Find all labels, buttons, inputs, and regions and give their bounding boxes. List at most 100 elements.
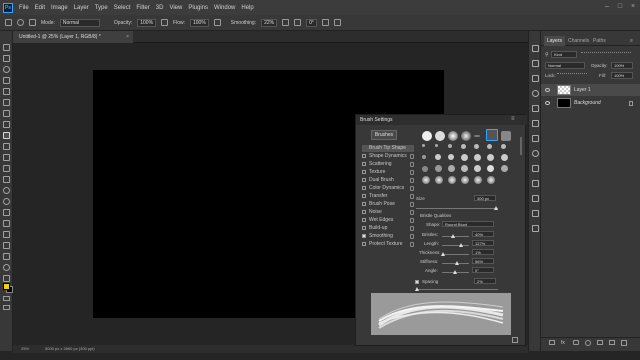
option-brush-pose[interactable]: Brush Pose — [362, 201, 414, 208]
libraries-icon[interactable] — [532, 120, 539, 127]
dodge-tool-icon[interactable] — [3, 198, 10, 205]
spacing-slider-thumb[interactable] — [415, 287, 419, 291]
layer-opacity-input[interactable]: 100% — [611, 62, 633, 69]
screen-mode-icon[interactable] — [3, 305, 10, 310]
link-layers-icon[interactable] — [549, 340, 555, 345]
crop-tool-icon[interactable] — [3, 88, 10, 95]
thickness-slider-thumb[interactable] — [441, 252, 445, 256]
layer-name[interactable]: Background — [574, 97, 601, 109]
brush-tip[interactable] — [435, 165, 442, 172]
paragraph-icon[interactable] — [532, 210, 539, 217]
smoothing-input[interactable]: 22% — [261, 18, 278, 27]
lock-icon[interactable] — [410, 170, 414, 175]
lock-icon[interactable] — [410, 162, 414, 167]
lock-icon[interactable] — [410, 226, 414, 231]
character-icon[interactable] — [532, 225, 539, 232]
opacity-input[interactable]: 100% — [137, 18, 157, 27]
lock-icon[interactable] — [410, 154, 414, 159]
checkbox[interactable] — [362, 209, 366, 214]
checkbox[interactable] — [362, 161, 366, 166]
new-layer-icon[interactable] — [609, 340, 615, 345]
object-selection-tool-icon[interactable] — [3, 77, 10, 84]
menu-plugins[interactable]: Plugins — [185, 5, 211, 11]
gradient-tool-icon[interactable] — [3, 176, 10, 183]
menu-select[interactable]: Select — [111, 5, 134, 11]
checkbox[interactable] — [362, 153, 366, 158]
menu-help[interactable]: Help — [238, 5, 256, 11]
color-icon[interactable] — [532, 90, 539, 97]
maximize-icon[interactable]: □ — [616, 3, 624, 11]
angle-input[interactable]: 0° — [472, 267, 494, 273]
create-new-brush-icon[interactable] — [512, 337, 518, 343]
hand-tool-icon[interactable] — [3, 253, 10, 260]
clone-stamp-tool-icon[interactable] — [3, 143, 10, 150]
brush-tool-icon[interactable] — [3, 132, 10, 139]
length-input[interactable]: 127% — [472, 240, 494, 246]
foreground-color-swatch[interactable] — [3, 283, 10, 290]
brush-tip[interactable] — [501, 144, 506, 149]
brush-settings-title[interactable]: Brush Settings — [356, 115, 527, 125]
checkbox[interactable] — [362, 201, 366, 206]
checkbox[interactable] — [362, 241, 366, 246]
brush-tip[interactable] — [448, 144, 452, 148]
option-brush-tip-shape[interactable]: Brush Tip Shape — [362, 145, 414, 152]
panel-menu-icon[interactable]: ≡ — [511, 116, 515, 122]
path-selection-tool-icon[interactable] — [3, 231, 10, 238]
option-texture[interactable]: Texture — [362, 169, 414, 176]
brush-tip[interactable] — [435, 176, 443, 184]
length-slider[interactable] — [442, 245, 469, 246]
bristles-input[interactable]: 40% — [472, 231, 494, 237]
menu-view[interactable]: View — [166, 5, 185, 11]
option-dual-brush[interactable]: Dual Brush — [362, 177, 414, 184]
checkbox-checked[interactable] — [362, 233, 366, 238]
brush-tip[interactable] — [422, 144, 425, 147]
brush-tip[interactable] — [422, 166, 428, 172]
spacing-checkbox[interactable] — [415, 280, 419, 284]
bristles-slider-thumb[interactable] — [451, 234, 455, 238]
brush-tip[interactable] — [422, 176, 430, 184]
clone-source-icon[interactable] — [532, 180, 539, 187]
rectangle-tool-icon[interactable] — [3, 242, 10, 249]
kind-filter-select[interactable]: Kind — [551, 51, 577, 58]
visibility-eye-icon[interactable] — [545, 88, 550, 92]
blend-mode-select[interactable]: Normal — [545, 62, 585, 69]
stiffness-slider-thumb[interactable] — [455, 261, 459, 265]
menu-type[interactable]: Type — [92, 5, 111, 11]
frame-tool-icon[interactable] — [3, 99, 10, 106]
spacing-slider[interactable] — [416, 289, 498, 290]
lock-icon[interactable] — [410, 178, 414, 183]
document-tab[interactable]: Untitled-1 @ 25% (Layer 1, RGB/8) * × — [13, 31, 133, 43]
eyedropper-tool-icon[interactable] — [3, 110, 10, 117]
menu-image[interactable]: Image — [48, 5, 71, 11]
tab-paths[interactable]: Paths — [590, 36, 609, 46]
lasso-tool-icon[interactable] — [3, 66, 10, 73]
menu-file[interactable]: File — [16, 5, 32, 11]
tab-layers[interactable]: Layers — [544, 36, 566, 46]
visibility-eye-icon[interactable] — [545, 101, 550, 105]
brush-tip-selected[interactable] — [486, 129, 498, 141]
airbrush-icon[interactable] — [213, 19, 221, 26]
fill-input[interactable]: 100% — [611, 72, 633, 79]
brush-tip[interactable] — [501, 154, 508, 161]
brush-tip[interactable] — [474, 165, 481, 172]
brush-tool-preset-icon[interactable] — [5, 19, 12, 26]
brush-tip[interactable] — [461, 176, 469, 184]
eraser-tool-icon[interactable] — [3, 165, 10, 172]
pen-tool-icon[interactable] — [3, 209, 10, 216]
brush-tip[interactable] — [501, 165, 508, 172]
brush-settings-toggle-icon[interactable] — [29, 19, 36, 26]
checkbox[interactable] — [362, 185, 366, 190]
lock-icon[interactable] — [410, 186, 414, 191]
info-icon[interactable] — [532, 150, 539, 157]
brush-tip[interactable] — [474, 176, 482, 184]
option-wet-edges[interactable]: Wet Edges — [362, 217, 414, 224]
healing-brush-tool-icon[interactable] — [3, 121, 10, 128]
angle-slider-thumb[interactable] — [453, 270, 457, 274]
brush-tip[interactable] — [461, 165, 468, 172]
lock-icon[interactable] — [410, 202, 414, 207]
brush-tip[interactable] — [422, 131, 432, 141]
properties-icon[interactable] — [532, 60, 539, 67]
brush-tip[interactable] — [487, 176, 495, 184]
size-slider[interactable] — [416, 208, 498, 209]
brush-tip[interactable] — [461, 131, 471, 141]
